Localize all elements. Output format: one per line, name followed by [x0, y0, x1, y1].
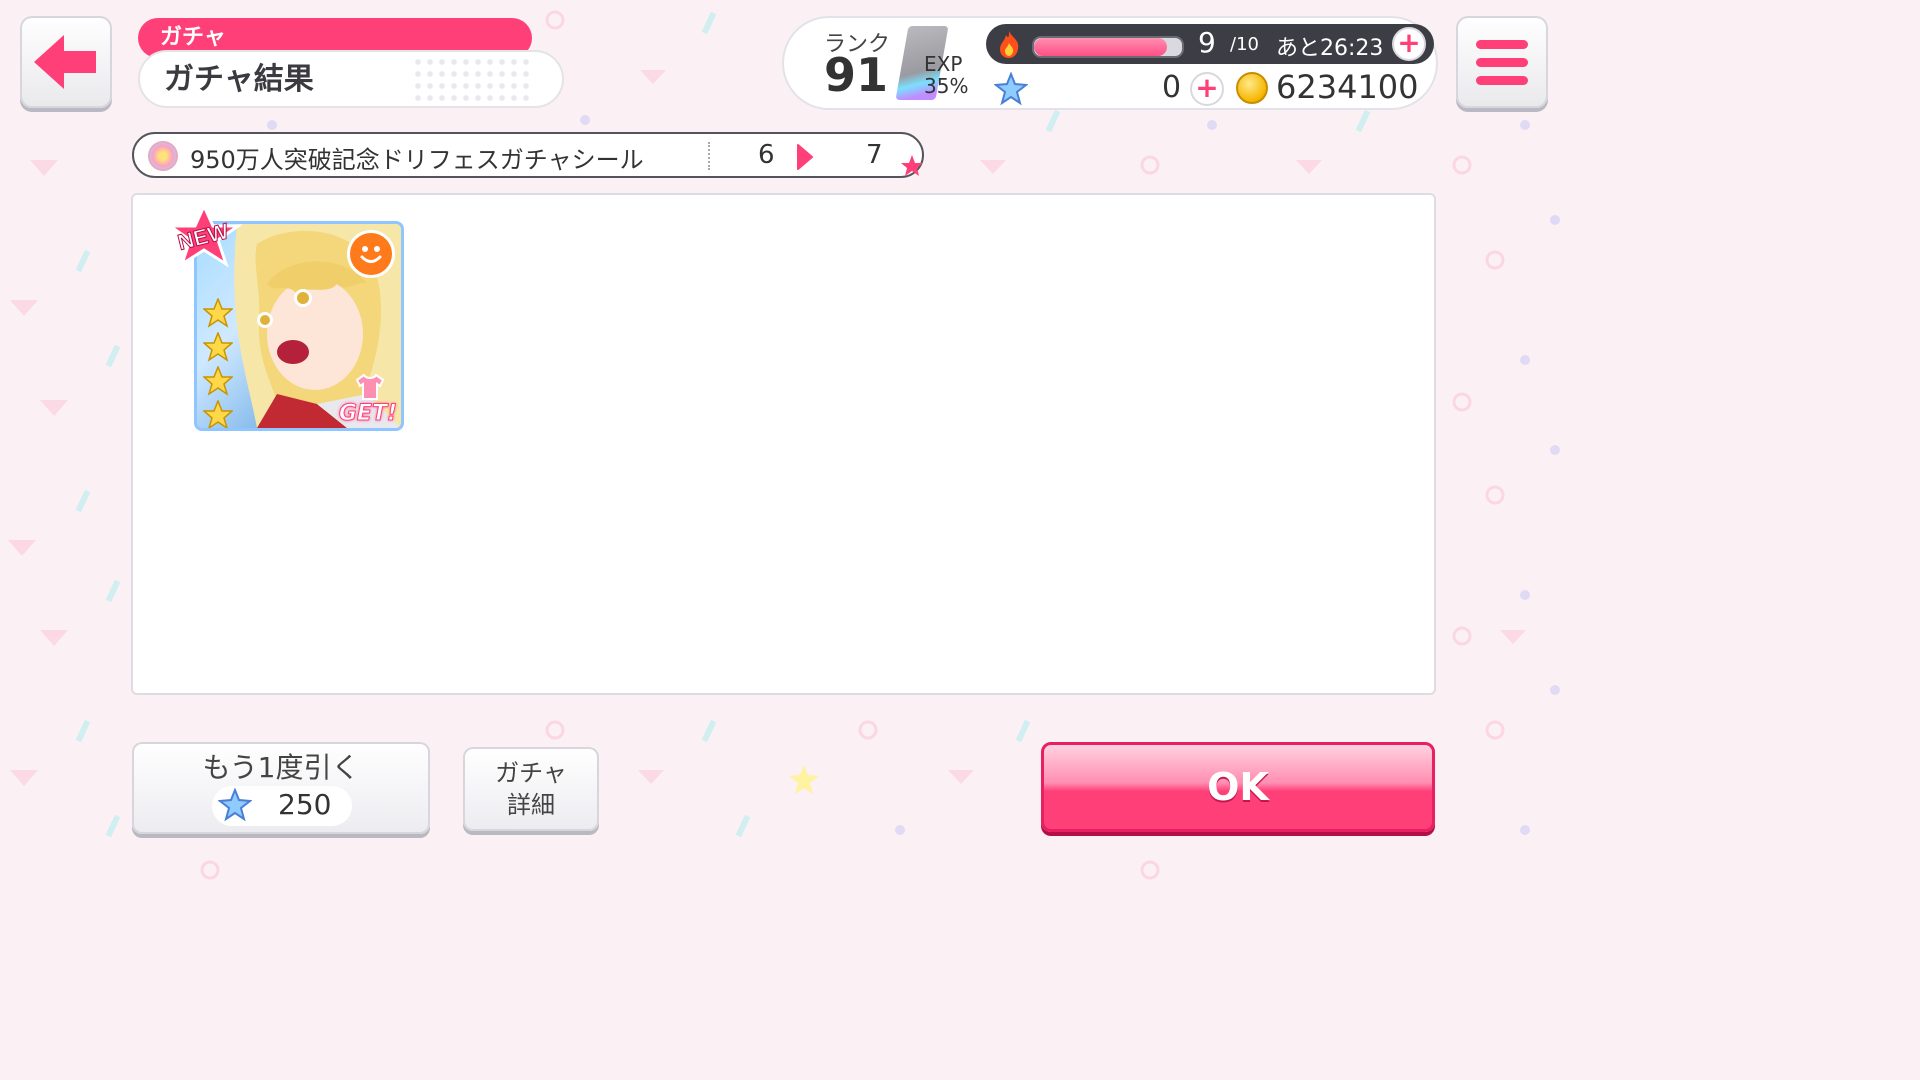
- rarity-stars: [203, 298, 233, 428]
- stamina-track: [1032, 36, 1184, 58]
- menu-icon-bar: [1476, 40, 1528, 49]
- new-badge: NEW: [166, 204, 242, 268]
- menu-button[interactable]: [1456, 16, 1548, 108]
- page-title: ガチャ結果: [138, 50, 564, 108]
- stamina-fill: [1034, 38, 1168, 56]
- star-gem-icon: [218, 788, 252, 822]
- draw-again-cost: 250: [278, 788, 332, 821]
- draw-again-label: もう1度引く: [202, 751, 360, 784]
- rarity-star-icon: [203, 366, 233, 396]
- stamina-current: 9: [1198, 26, 1216, 59]
- rank-value: 91: [824, 48, 889, 102]
- page-title-text: ガチャ結果: [164, 62, 314, 97]
- star-gems-count: 0: [1162, 70, 1182, 105]
- plus-icon: +: [1195, 70, 1219, 104]
- flame-icon: [1000, 31, 1019, 58]
- gacha-details-button[interactable]: ガチャ 詳細: [463, 747, 599, 831]
- exp-percent: 35%: [924, 74, 969, 98]
- back-arrow-icon: [34, 35, 96, 89]
- divider: [708, 142, 710, 170]
- gacha-details-line1: ガチャ: [495, 759, 567, 787]
- coin-icon: [1236, 72, 1268, 104]
- new-badge-text: NEW: [175, 218, 231, 255]
- stamina-timer: あと26:23: [1276, 36, 1384, 61]
- costume-icon: [355, 374, 385, 400]
- rarity-star-icon: [203, 400, 233, 428]
- stamina-plus-button[interactable]: +: [1392, 27, 1426, 61]
- gems-plus-button[interactable]: +: [1190, 72, 1224, 106]
- sticker-count-before: 6: [758, 140, 775, 170]
- stamina-bar: 9 /10 あと26:23 +: [986, 24, 1434, 64]
- draw-again-button[interactable]: もう1度引く 250: [132, 742, 430, 834]
- rarity-star-icon: [203, 298, 233, 328]
- menu-icon-bar: [1476, 58, 1528, 67]
- get-label: GET!: [338, 401, 397, 427]
- gacha-details-line2: 詳細: [507, 791, 555, 819]
- ok-button[interactable]: OK: [1041, 742, 1435, 832]
- arrow-right-icon: [797, 144, 813, 170]
- back-button[interactable]: [20, 16, 112, 108]
- star-accent-icon: [901, 155, 923, 176]
- stamina-max: /10: [1230, 34, 1259, 55]
- coins-count: 6234100: [1276, 68, 1419, 106]
- happy-attribute-icon: [347, 230, 395, 278]
- rarity-star-icon: [203, 332, 233, 362]
- sticker-label: 950万人突破記念ドリフェスガチャシール: [190, 146, 644, 174]
- star-gem-icon: [994, 72, 1028, 106]
- sticker-count-after: 7: [866, 140, 883, 170]
- sticker-progress: 950万人突破記念ドリフェスガチャシール 6 7: [132, 132, 924, 178]
- sticker-icon: [148, 141, 178, 171]
- player-status: ランク 91 EXP 35% 9 /10 あと26:23 + 0 + 62341…: [782, 16, 1438, 110]
- title-decoration: [412, 56, 532, 106]
- plus-icon: +: [1397, 25, 1421, 59]
- menu-icon-bar: [1476, 76, 1528, 85]
- exp-label: EXP: [924, 52, 963, 76]
